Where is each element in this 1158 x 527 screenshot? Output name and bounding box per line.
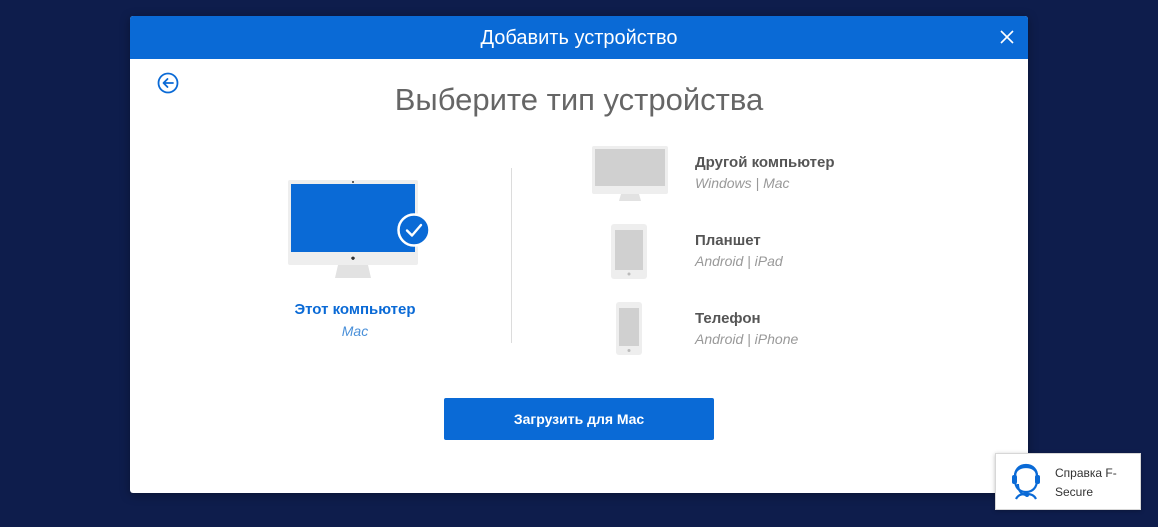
- option-phone[interactable]: Телефон Android | iPhone: [585, 302, 905, 366]
- close-icon[interactable]: [998, 28, 1016, 46]
- option-tablet-title: Планшет: [695, 232, 761, 249]
- tablet-icon: [611, 224, 647, 279]
- option-other-computer-title: Другой компьютер: [695, 154, 835, 171]
- option-tablet-sub: Android | iPad: [695, 253, 783, 269]
- download-button[interactable]: Загрузить для Mac: [444, 398, 714, 440]
- option-other-computer-sub: Windows | Mac: [695, 175, 790, 191]
- monitor-icon: [592, 146, 668, 201]
- option-phone-title: Телефон: [695, 310, 761, 327]
- phone-icon: [616, 302, 642, 355]
- divider: [511, 168, 512, 343]
- support-agent-icon: [1012, 463, 1040, 500]
- help-label: Справка F-Secure: [1055, 466, 1117, 499]
- check-icon: [397, 213, 431, 247]
- this-computer-sub: Mac: [341, 323, 369, 339]
- dialog-header: Добавить устройство: [130, 16, 1028, 59]
- dialog-title: Добавить устройство: [480, 27, 678, 49]
- help-widget[interactable]: Справка F-Secure: [995, 453, 1141, 510]
- option-other-computer[interactable]: Другой компьютер Windows | Mac: [585, 146, 905, 210]
- add-device-dialog: Добавить устройство Выберите тип устройс…: [130, 16, 1028, 493]
- option-phone-sub: Android | iPhone: [695, 331, 799, 347]
- option-tablet[interactable]: Планшет Android | iPad: [585, 224, 905, 288]
- page-title: Выберите тип устройства: [394, 82, 764, 117]
- this-computer-label: Этот компьютер: [294, 301, 416, 318]
